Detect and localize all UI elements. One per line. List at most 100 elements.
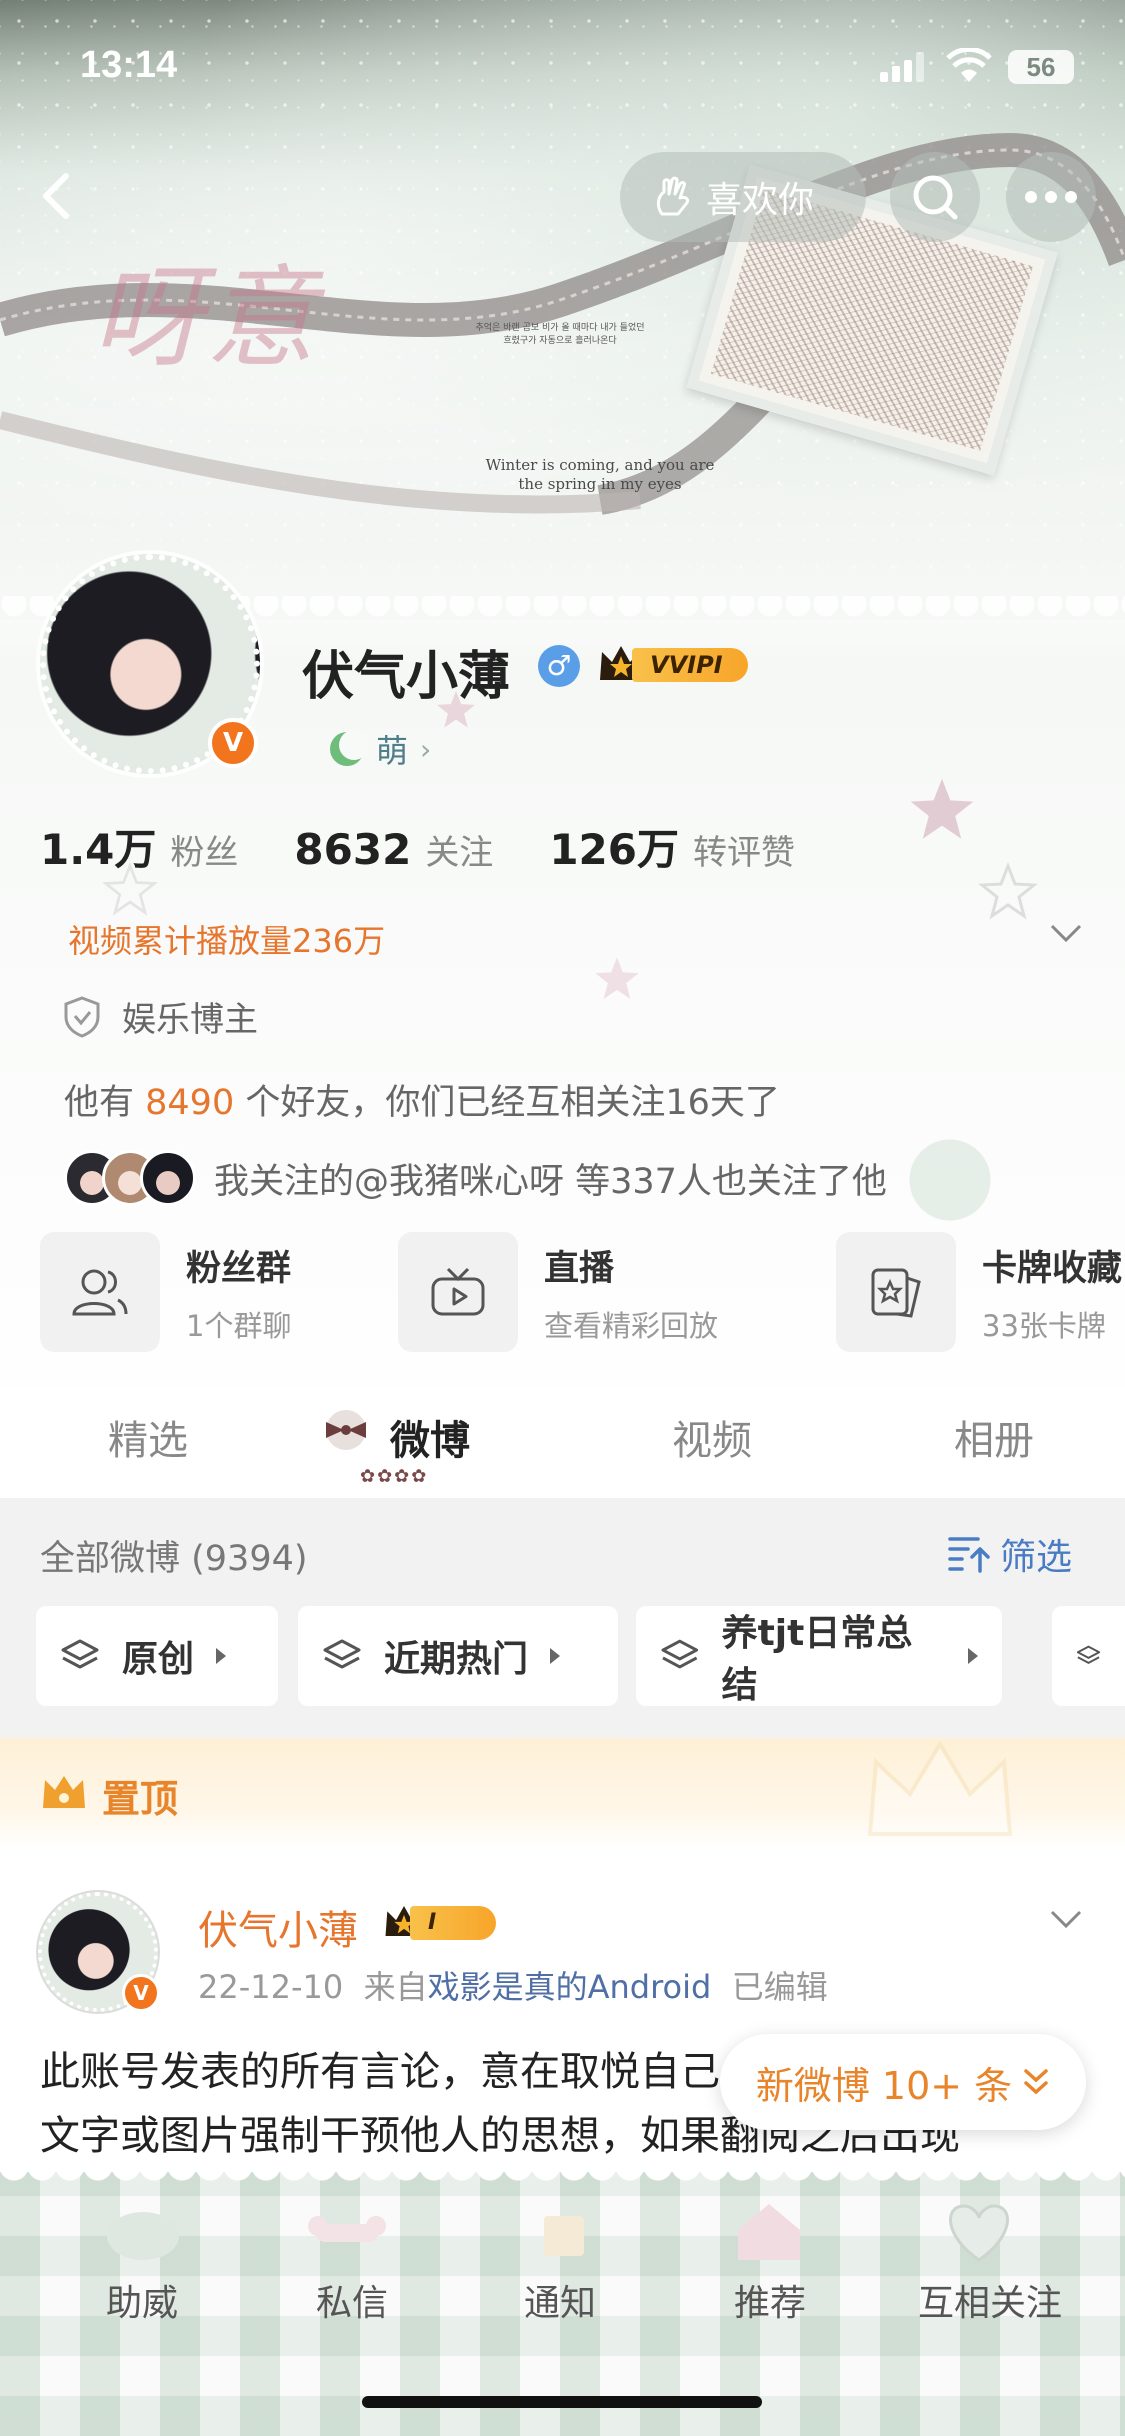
tab-weibo[interactable]: 微博: [390, 1408, 470, 1466]
crown-icon: [43, 1776, 85, 1808]
chevron-right-icon: ›: [420, 732, 432, 766]
expand-chevron-icon[interactable]: [1046, 918, 1086, 948]
filter-button[interactable]: 筛选: [948, 1528, 1072, 1580]
pinned-label: 置顶: [102, 1777, 179, 1821]
mutual-followers-row[interactable]: 我关注的@我猪咪心呀 等337人也关注了他: [64, 1150, 887, 1206]
bottom-nav-notify[interactable]: 通知: [480, 2274, 640, 2326]
friends-summary: 他有 8490 个好友，你们已经互相关注16天了: [64, 1083, 780, 1123]
profile-tag[interactable]: 萌 ›: [330, 726, 431, 772]
post-meta: 22-12-10 来自戏影是真的Android 已编辑: [198, 1968, 828, 2006]
engagement-stat[interactable]: 126万 转评赞: [549, 816, 795, 877]
bow-decoration-icon: [326, 1410, 366, 1450]
layers-icon: [661, 1639, 699, 1669]
battery-indicator: 56: [1008, 50, 1074, 84]
group-icon: [72, 1269, 128, 1316]
live-card[interactable]: 直播 查看精彩回放: [398, 1232, 718, 1352]
video-plays-total: 视频累计播放量236万: [68, 922, 386, 960]
more-dots-icon: [1025, 191, 1077, 203]
chip-daily-summary[interactable]: 养tjt日常总结: [636, 1606, 1002, 1706]
star-decoration-icon: [978, 862, 1038, 920]
layers-icon: [61, 1639, 99, 1669]
post-date: 22-12-10: [198, 1968, 344, 2006]
post-menu-chevron-icon[interactable]: [1046, 1904, 1086, 1934]
home-indicator[interactable]: [362, 2396, 762, 2408]
search-icon: [913, 175, 958, 220]
fan-group-sub: 1个群聊: [186, 1308, 292, 1343]
layers-icon: [323, 1639, 361, 1669]
shield-icon: [64, 995, 100, 1038]
profile-tag-label: 萌: [376, 732, 409, 770]
crown-watermark-icon: [867, 1740, 1013, 1836]
banner-korean-text: 추억은 바랜 곰보 비가 올 때마다 내가 들었던 흐렸구가 자동으로 흘러나온…: [475, 323, 645, 346]
bottom-nav-recommend[interactable]: 推荐: [690, 2274, 850, 2326]
heart-decoration-icon: [949, 2204, 1009, 2262]
bottom-lace-trim: [0, 2166, 1125, 2196]
vvip-label: VVIP: [650, 651, 714, 679]
caret-right-icon: [216, 1648, 227, 1664]
chip-original[interactable]: 原创: [36, 1606, 278, 1706]
star-decoration-icon: [595, 957, 639, 999]
tab-album[interactable]: 相册: [954, 1408, 1034, 1466]
cellular-signal-icon: [880, 52, 926, 82]
tab-video[interactable]: 视频: [672, 1408, 752, 1466]
star-decoration-icon: [910, 778, 974, 839]
post-source[interactable]: 戏影是真的Android: [428, 1968, 712, 2006]
chip-more[interactable]: [1052, 1606, 1125, 1706]
caret-right-icon: [550, 1648, 561, 1664]
bottom-nav-cheer[interactable]: 助威: [62, 2274, 222, 2326]
live-sub: 查看精彩回放: [544, 1308, 719, 1343]
mutual-avatar: [140, 1150, 196, 1206]
profile-username: 伏气小薄: [302, 647, 511, 707]
bow-decoration-icon: [107, 2212, 179, 2260]
bow-row-decoration: ✿✿✿✿: [360, 1466, 429, 1487]
fan-group-card[interactable]: 粉丝群 1个群聊: [40, 1232, 291, 1352]
tab-featured[interactable]: 精选: [108, 1408, 188, 1466]
followers-stat[interactable]: 1.4万 粉丝: [40, 816, 238, 877]
like-you-label: 喜欢你: [706, 180, 815, 221]
back-arrow-icon[interactable]: [22, 160, 92, 230]
pinned-header: 置顶: [0, 1738, 1125, 1848]
filter-label: 筛选: [1000, 1537, 1073, 1578]
friends-count[interactable]: 8490: [145, 1083, 234, 1123]
layers-icon: [1076, 1645, 1101, 1664]
banner-script-text: 呀意: [92, 254, 320, 382]
profile-tabs: 精选 微博 视频 相册: [0, 1388, 1125, 1498]
identity-label: 娱乐博主: [122, 1000, 258, 1040]
mutual-followers-text: 我关注的@我猪咪心呀 等337人也关注了他: [214, 1161, 887, 1202]
new-posts-label: 新微博 10+ 条: [755, 2063, 1013, 2108]
bone-decoration-icon: [308, 2216, 386, 2242]
new-posts-button[interactable]: 新微博 10+ 条: [720, 2034, 1086, 2130]
moon-icon: [330, 730, 369, 766]
bottom-nav-message[interactable]: 私信: [272, 2274, 432, 2326]
wifi-icon: [946, 48, 992, 82]
bottom-nav-mutual-follow[interactable]: 互相关注: [900, 2274, 1080, 2326]
card-icon: [871, 1268, 921, 1318]
chip-recent-hot[interactable]: 近期热门: [298, 1606, 618, 1706]
status-bar: 13:14 56: [0, 0, 1125, 140]
following-stat[interactable]: 8632 关注: [294, 825, 493, 874]
caret-right-icon: [968, 1648, 978, 1664]
identity-row: 娱乐博主: [62, 992, 258, 1041]
blocks-decoration-icon: [544, 2216, 584, 2256]
post-verified-badge: V: [122, 1974, 160, 2012]
verified-badge: V: [208, 718, 258, 768]
filter-icon: [948, 1537, 990, 1573]
more-button[interactable]: [1006, 152, 1096, 242]
male-gender-icon: ♂: [538, 645, 580, 687]
double-chevron-down-icon: [1024, 2069, 1048, 2095]
all-posts-count: 全部微博 (9394): [40, 1539, 308, 1579]
post-vip-badge: I: [382, 1900, 500, 1944]
card-collection-sub: 33张卡牌: [982, 1308, 1106, 1343]
hand-heart-icon: [656, 176, 690, 216]
post-edited: 已编辑: [731, 1968, 828, 2006]
post-author-name[interactable]: 伏气小薄: [198, 1898, 358, 1956]
fan-group-title: 粉丝群: [186, 1248, 292, 1289]
house-decoration-icon: [738, 2204, 800, 2260]
card-collection-title: 卡牌收藏: [982, 1248, 1123, 1289]
vvip-badge[interactable]: VVIPI: [596, 640, 756, 686]
like-you-button[interactable]: 喜欢你: [620, 152, 866, 242]
profile-stats: 1.4万 粉丝 8632 关注 126万 转评赞: [40, 816, 851, 877]
search-button[interactable]: [890, 152, 980, 242]
tv-icon: [431, 1267, 485, 1316]
card-collection-card[interactable]: 卡牌收藏 33张卡牌: [836, 1232, 1122, 1352]
